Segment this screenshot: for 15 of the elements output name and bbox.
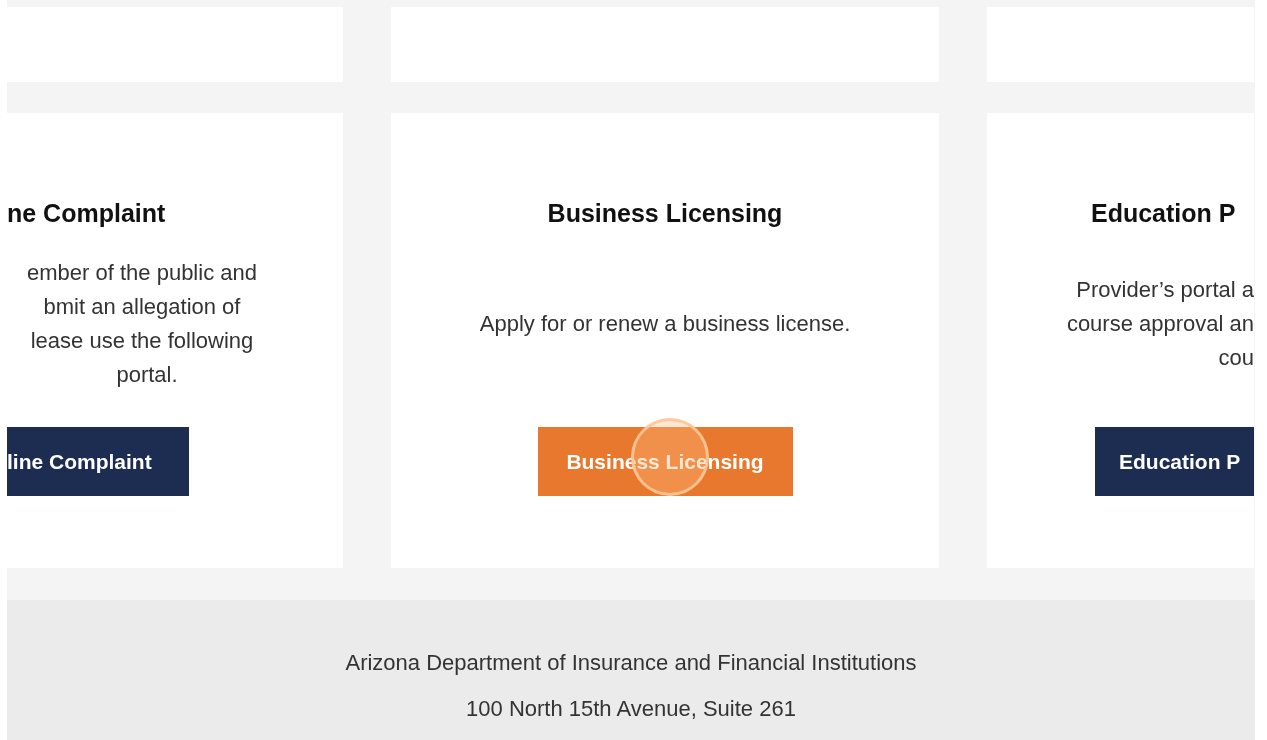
card-description: Apply for or renew a business license. xyxy=(479,310,851,338)
card-title: ne Complaint xyxy=(7,199,167,229)
card-description: cou xyxy=(1218,344,1254,372)
card-title: Education P xyxy=(1090,199,1237,229)
card-description: lease use the following xyxy=(30,327,254,355)
card-description: bmit an allegation of xyxy=(43,293,241,321)
card-button[interactable]: Education P xyxy=(1095,427,1254,496)
card-description: course approval an xyxy=(1066,310,1254,338)
footer-text: Arizona Department of Insurance and Financial Institutions xyxy=(345,650,917,676)
footer-text: 100 North 15th Avenue, Suite 261 xyxy=(466,696,796,722)
card-title: Business Licensing xyxy=(547,199,783,229)
card-button[interactable]: line Complaint xyxy=(7,427,189,496)
card-description: Provider’s portal a xyxy=(1076,276,1254,304)
card-description: portal. xyxy=(115,361,178,389)
card-description: ember of the public and xyxy=(27,259,257,287)
